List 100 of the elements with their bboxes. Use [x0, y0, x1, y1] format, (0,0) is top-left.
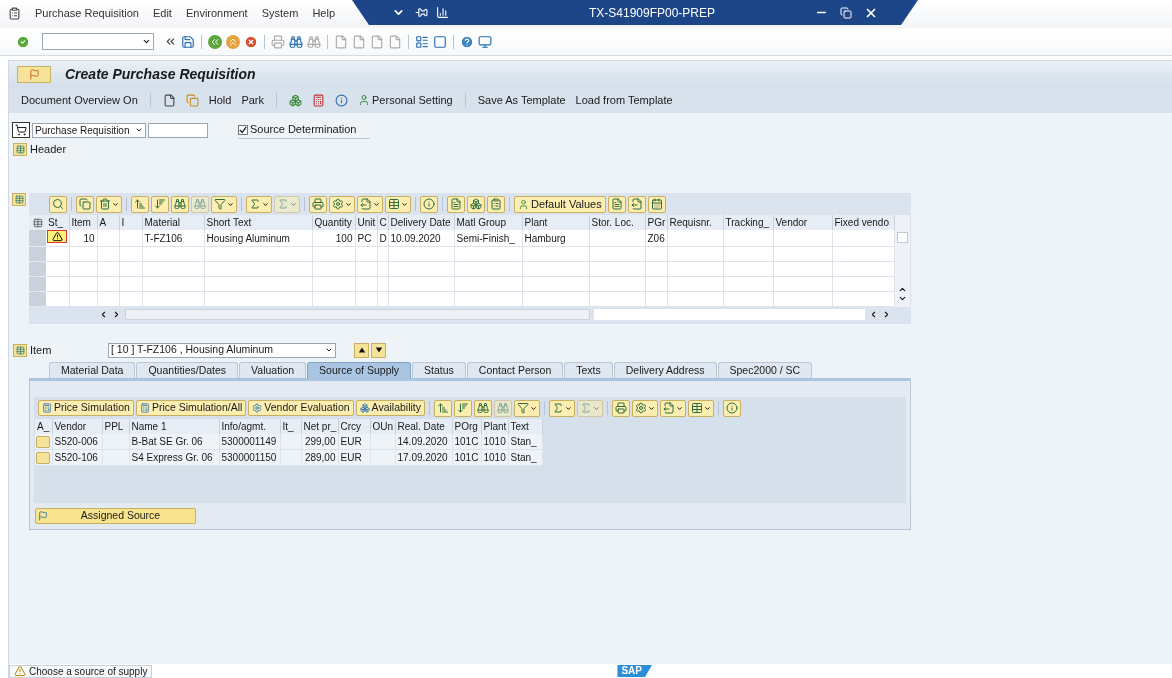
menu-item[interactable]: Edit [152, 4, 172, 22]
print-button[interactable] [309, 195, 327, 213]
boxes-button[interactable] [467, 195, 485, 213]
text-button[interactable] [607, 195, 626, 213]
services-button[interactable] [17, 65, 51, 83]
clipboard-button[interactable] [487, 195, 505, 213]
toolbar-button[interactable]: Document Overview On [21, 91, 138, 109]
scroll-left-icon[interactable] [869, 309, 878, 319]
default-values-button[interactable]: Default Values [514, 195, 606, 213]
filter-button[interactable] [211, 195, 237, 213]
column-header[interactable]: Vendor [52, 419, 102, 434]
item-dropdown[interactable]: [ 10 ] T-FZ106 , Housing Aluminum [108, 342, 336, 358]
system-menu-icon[interactable] [8, 6, 21, 20]
toolbar-button[interactable]: Availability [355, 400, 425, 416]
export-button[interactable] [660, 399, 686, 417]
tab[interactable]: Quantities/Dates [136, 362, 239, 378]
find-button[interactable] [171, 195, 189, 213]
enter-icon[interactable] [16, 34, 30, 49]
calculator-icon[interactable] [312, 93, 325, 107]
search-icon[interactable] [289, 34, 303, 49]
view-button[interactable] [329, 195, 355, 213]
scroll-right-icon[interactable] [882, 309, 891, 319]
scroll-left-icon[interactable] [99, 309, 108, 319]
toolbar-button[interactable]: Hold [208, 91, 232, 109]
menu-item[interactable]: Environment [185, 4, 248, 22]
assigned-source-button[interactable]: Assigned Source [35, 508, 196, 524]
column-header[interactable]: Net pr_ [301, 419, 338, 434]
column-header[interactable]: PPL [102, 419, 129, 434]
printer-icon[interactable] [271, 34, 285, 49]
previous-item-button[interactable] [354, 342, 369, 358]
toolbar-button[interactable]: Price Simulation [38, 400, 134, 416]
command-field[interactable] [42, 33, 154, 50]
back-icon[interactable] [208, 34, 222, 49]
sum-button[interactable] [246, 195, 272, 213]
sort-descending-button[interactable] [151, 195, 169, 213]
toolbar-button[interactable]: Load from Template [575, 91, 673, 109]
page-icon[interactable] [388, 34, 402, 49]
save-icon[interactable] [181, 34, 195, 49]
menu-item[interactable]: Help [312, 4, 335, 22]
column-header[interactable]: POrg [452, 419, 481, 434]
next-item-button[interactable] [371, 342, 386, 358]
binoculars-icon[interactable] [307, 34, 321, 49]
find-button[interactable] [474, 399, 492, 417]
copy-button[interactable] [76, 195, 94, 213]
monitor-icon[interactable] [478, 34, 492, 49]
menu-item[interactable]: Purchase Requisition [35, 4, 139, 22]
cancel-icon[interactable] [244, 34, 258, 49]
column-header[interactable]: Real. Date [395, 419, 452, 434]
column-header[interactable]: Plant [481, 419, 508, 434]
tab[interactable]: Delivery Address [613, 362, 717, 378]
details-button[interactable] [49, 195, 67, 213]
document-number-field[interactable] [148, 122, 208, 138]
sum-button[interactable] [549, 399, 575, 417]
delete-button[interactable] [96, 195, 122, 213]
layout-button[interactable] [385, 195, 411, 213]
menu-item[interactable]: System [261, 4, 299, 22]
column-header[interactable]: Info/agmt. [219, 419, 280, 434]
column-header[interactable]: OUn [370, 419, 395, 434]
scroll-up-icon[interactable] [897, 285, 907, 294]
sort-descending-button[interactable] [454, 399, 472, 417]
export-button[interactable] [357, 195, 383, 213]
help-icon[interactable] [460, 34, 474, 49]
scroll-right-icon[interactable] [112, 309, 121, 319]
tab[interactable]: Status [412, 362, 466, 378]
scroll-down-icon[interactable] [897, 294, 907, 303]
info-icon[interactable] [335, 93, 348, 107]
calendar-button[interactable] [647, 195, 666, 213]
print-button[interactable] [612, 399, 630, 417]
chevrons-left-icon[interactable] [164, 35, 177, 48]
toolbar-button[interactable]: Personal Setting [358, 91, 453, 109]
tab[interactable]: Material Data [49, 362, 136, 378]
view-button[interactable] [632, 399, 658, 417]
column-header[interactable]: Crcy [338, 419, 370, 434]
tab[interactable]: Contact Person [466, 362, 564, 378]
shortcut-icon[interactable] [433, 34, 447, 49]
tab[interactable]: Spec2000 / SC [717, 362, 813, 378]
page-icon[interactable] [370, 34, 384, 49]
toolbar-button[interactable]: Save As Template [477, 91, 566, 109]
item-expand-button[interactable] [13, 343, 27, 357]
info-button[interactable] [420, 195, 438, 213]
tab[interactable]: Valuation [239, 362, 307, 378]
toolbar-button[interactable]: Park [241, 91, 264, 109]
sort-ascending-button[interactable] [131, 195, 149, 213]
tab[interactable]: Source of Supply [307, 362, 412, 378]
column-header[interactable]: Name 1 [129, 419, 219, 434]
sort-ascending-button[interactable] [434, 399, 452, 417]
column-header[interactable]: A_ [35, 419, 52, 434]
page-icon[interactable] [352, 34, 366, 49]
document-icon[interactable] [162, 93, 176, 107]
document-button[interactable] [447, 195, 465, 213]
pin-icon[interactable] [415, 6, 428, 19]
layout-button[interactable] [688, 399, 714, 417]
column-header[interactable]: Text [508, 419, 542, 434]
document-type-dropdown[interactable]: Purchase Requisition [32, 122, 146, 138]
info-button[interactable] [723, 399, 741, 417]
new-session-icon[interactable] [415, 34, 429, 49]
source-determination-checkbox[interactable] [238, 124, 248, 135]
forward-button[interactable] [627, 195, 646, 213]
page-icon[interactable] [334, 34, 348, 49]
column-header[interactable]: It_ [280, 419, 301, 434]
